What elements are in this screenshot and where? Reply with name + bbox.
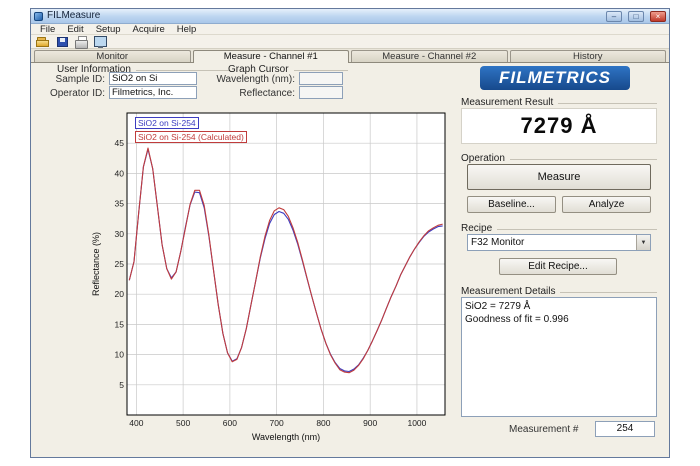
cursor-wavelength-value (299, 72, 343, 85)
svg-text:25: 25 (115, 259, 125, 269)
measurement-result-value: 7279 Å (521, 113, 598, 139)
svg-text:40: 40 (115, 168, 125, 178)
svg-text:400: 400 (129, 418, 143, 428)
menu-bar: FileEditSetupAcquireHelp (31, 24, 669, 35)
svg-text:1000: 1000 (407, 418, 426, 428)
svg-text:Reflectance (%): Reflectance (%) (91, 232, 101, 296)
sample-id-input[interactable] (109, 72, 197, 85)
app-icon (34, 12, 43, 21)
svg-text:800: 800 (316, 418, 330, 428)
titlebar[interactable]: FILMeasure (31, 9, 669, 24)
reflectance-chart[interactable]: 400 500 600 700 800 900 1000 5 10 15 20 25 30 35 40 45 W… (89, 107, 457, 451)
cursor-reflectance-label: Reflectance: (213, 88, 295, 100)
measure-button[interactable]: Measure (467, 164, 651, 190)
menu-acquire[interactable]: Acquire (127, 24, 171, 35)
filmetrics-logo: FILMETRICS (480, 66, 630, 90)
menu-setup[interactable]: Setup (90, 24, 127, 35)
measurement-result-text: Measurement Result (461, 97, 553, 108)
analyze-button[interactable]: Analyze (562, 196, 651, 213)
recipe-selected-value: F32 Monitor (468, 237, 636, 248)
svg-text:Wavelength (nm): Wavelength (nm) (252, 432, 320, 442)
content: User Information Sample ID: Operator ID:… (31, 63, 669, 457)
detail-line: SiO2 = 7279 Å (465, 300, 653, 313)
chevron-down-icon[interactable] (636, 235, 650, 250)
measurement-result-label: Measurement Result (461, 97, 657, 108)
tab-strip: MonitorMeasure - Channel #1Measure - Cha… (31, 49, 669, 63)
cursor-reflectance-value (299, 86, 343, 99)
maximize-button[interactable] (628, 11, 644, 22)
chart-legend: SiO2 on Si-254 SiO2 on Si-254 (Calculated… (135, 117, 247, 143)
detail-line: Goodness of fit = 0.996 (465, 313, 653, 326)
svg-text:45: 45 (115, 138, 125, 148)
svg-text:30: 30 (115, 229, 125, 239)
sample-id-label: Sample ID: (37, 74, 105, 86)
monitor-icon[interactable] (93, 36, 108, 48)
svg-text:10: 10 (115, 350, 125, 360)
operator-id-label: Operator ID: (37, 88, 105, 100)
svg-text:5: 5 (119, 380, 124, 390)
operation-label: Operation (461, 153, 657, 164)
measurement-result-box: 7279 Å (461, 108, 657, 144)
print-icon[interactable] (74, 36, 89, 48)
open-folder-icon[interactable] (36, 36, 51, 48)
window-title: FILMeasure (47, 9, 600, 23)
measurement-details-label: Measurement Details (461, 286, 657, 297)
close-button[interactable] (650, 11, 666, 22)
operation-text: Operation (461, 153, 505, 164)
menu-help[interactable]: Help (171, 24, 203, 35)
recipe-combobox[interactable]: F32 Monitor (467, 234, 651, 251)
baseline-button[interactable]: Baseline... (467, 196, 556, 213)
minimize-button[interactable] (606, 11, 622, 22)
legend-measured: SiO2 on Si-254 (135, 117, 199, 129)
toolbar (31, 35, 669, 49)
legend-calculated: SiO2 on Si-254 (Calculated) (135, 131, 247, 143)
menu-edit[interactable]: Edit (61, 24, 89, 35)
app-window: FILMeasure FileEditSetupAcquireHelp Moni… (30, 8, 670, 458)
operator-id-input[interactable] (109, 86, 197, 99)
save-icon[interactable] (55, 36, 70, 48)
edit-recipe-button[interactable]: Edit Recipe... (499, 258, 617, 275)
menu-file[interactable]: File (34, 24, 61, 35)
svg-text:35: 35 (115, 199, 125, 209)
svg-text:15: 15 (115, 319, 125, 329)
tab-monitor[interactable]: Monitor (34, 50, 191, 62)
recipe-text: Recipe (461, 223, 492, 234)
tab-measure-channel-1[interactable]: Measure - Channel #1 (193, 50, 350, 63)
svg-text:20: 20 (115, 289, 125, 299)
recipe-label: Recipe (461, 223, 657, 234)
svg-text:500: 500 (176, 418, 190, 428)
measurement-number-value: 254 (595, 421, 655, 437)
tab-measure-channel-2[interactable]: Measure - Channel #2 (351, 50, 508, 62)
measurement-details-box: SiO2 = 7279 ÅGoodness of fit = 0.996 (461, 297, 657, 417)
cursor-wavelength-label: Wavelength (nm): (213, 74, 295, 86)
svg-text:900: 900 (363, 418, 377, 428)
measurement-details-text: Measurement Details (461, 286, 555, 297)
measurement-number-label: Measurement # (509, 424, 589, 436)
tab-history[interactable]: History (510, 50, 667, 62)
svg-text:700: 700 (270, 418, 284, 428)
svg-text:600: 600 (223, 418, 237, 428)
